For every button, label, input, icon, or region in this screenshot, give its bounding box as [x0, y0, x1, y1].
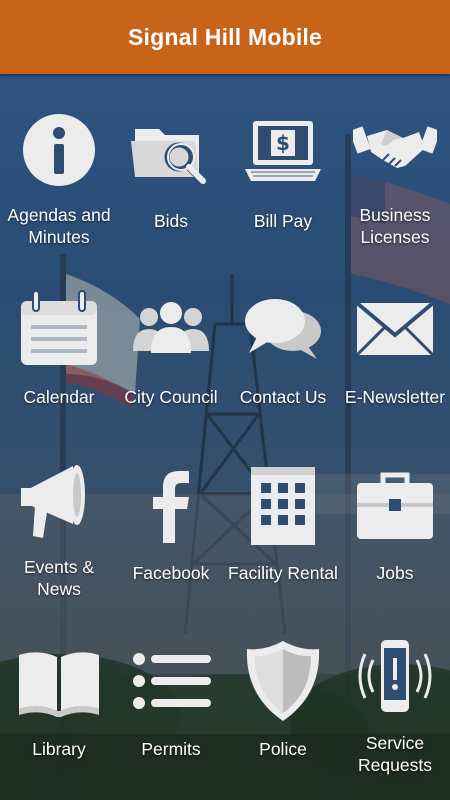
tile-bids[interactable]: Bids [115, 74, 227, 244]
tile-service-requests[interactable]: Service Requests [339, 602, 450, 775]
tile-contact-us[interactable]: Contact Us [227, 250, 339, 420]
tile-label: Permits [141, 739, 201, 759]
app-header: Signal Hill Mobile [0, 0, 450, 74]
tile-label: Bill Pay [253, 211, 313, 231]
menu-grid: Agendas and Minutes Bids $ Bill Pay Busi… [0, 74, 450, 800]
tile-e-newsletter[interactable]: E-Newsletter [339, 250, 450, 420]
tile-facility-rental[interactable]: Facility Rental [227, 426, 339, 596]
people-icon [126, 284, 216, 374]
tile-business-licenses[interactable]: Business Licenses [339, 74, 450, 247]
info-icon [14, 108, 104, 192]
tile-label: E-Newsletter [344, 387, 446, 407]
calendar-icon [14, 284, 104, 374]
phone-alert-icon [350, 636, 440, 720]
tile-label: Police [259, 739, 307, 759]
tile-label: Bids [153, 211, 189, 231]
shield-icon [238, 636, 328, 726]
handshake-icon [350, 108, 440, 192]
tile-events-and-news[interactable]: Events & News [3, 426, 115, 599]
tile-label: City Council [124, 387, 218, 407]
tile-permits[interactable]: Permits [115, 602, 227, 772]
tile-label: Calendar [23, 387, 95, 407]
tile-calendar[interactable]: Calendar [3, 250, 115, 420]
tile-label: Jobs [376, 563, 414, 583]
building-icon [238, 460, 328, 550]
briefcase-icon [350, 460, 440, 550]
tile-label: Agendas and Minutes [7, 205, 111, 247]
tile-library[interactable]: Library [3, 602, 115, 772]
folder-search-icon [126, 108, 216, 198]
svg-text:$: $ [276, 131, 290, 155]
list-icon [126, 636, 216, 726]
chat-bubbles-icon [238, 284, 328, 374]
tile-city-council[interactable]: City Council [115, 250, 227, 420]
envelope-icon [350, 284, 440, 374]
tile-label: Events & News [23, 557, 95, 599]
laptop-dollar-icon: $ [238, 108, 328, 198]
tile-facebook[interactable]: Facebook [115, 426, 227, 596]
tile-label: Facebook [132, 563, 210, 583]
tile-label: Facility Rental [228, 563, 338, 583]
megaphone-icon [14, 460, 104, 544]
book-icon [14, 636, 104, 726]
tile-label: Library [32, 739, 86, 759]
tile-police[interactable]: Police [227, 602, 339, 772]
facebook-icon [126, 460, 216, 550]
tile-agendas-and-minutes[interactable]: Agendas and Minutes [3, 74, 115, 247]
tile-label: Service Requests [358, 733, 432, 775]
tile-label: Contact Us [239, 387, 327, 407]
app-title: Signal Hill Mobile [127, 23, 322, 50]
tile-label: Business Licenses [359, 205, 431, 247]
tile-jobs[interactable]: Jobs [339, 426, 450, 596]
tile-bill-pay[interactable]: $ Bill Pay [227, 74, 339, 244]
